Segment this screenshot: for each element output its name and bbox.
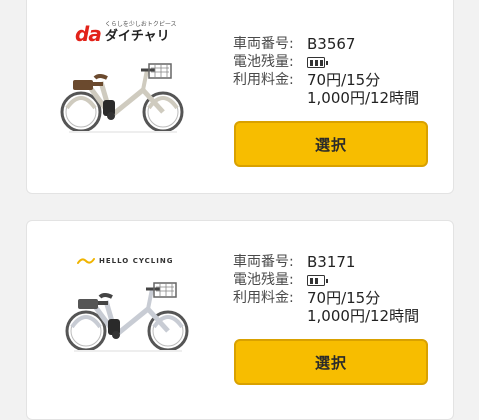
bicycle-icon: [65, 282, 189, 352]
vehicle-number-row: 車両番号: B3567: [233, 35, 419, 53]
battery-row: 電池残量:: [233, 53, 419, 71]
bike-card: da くらしを少しおトクピース ダイチャリ 車両番号: B3567 電池残量:: [26, 0, 454, 194]
battery-label: 電池残量:: [233, 54, 294, 70]
usage-fee-label: 利用料金:: [233, 290, 294, 306]
bike-info: 車両番号: B3567 電池残量: 利用料金: 70円/15分 1,000円/1…: [233, 35, 419, 107]
daichari-logo-name: ダイチャリ: [104, 29, 170, 44]
usage-fee-label: 利用料金:: [233, 72, 294, 88]
vehicle-number-label: 車両番号:: [233, 36, 294, 52]
battery-row: 電池残量:: [233, 271, 419, 289]
battery-medium-icon: [307, 275, 328, 286]
usage-fee-line2: 1,000円/12時間: [307, 89, 420, 107]
usage-fee-row: 利用料金: 70円/15分 1,000円/12時間: [233, 71, 419, 107]
daichari-logo-mark: da: [75, 22, 102, 46]
battery-label: 電池残量:: [233, 272, 294, 288]
daichari-logo-tagline: くらしを少しおトクピース: [104, 21, 177, 28]
bicycle-icon: [60, 63, 184, 133]
select-button[interactable]: 選択: [234, 339, 428, 385]
vehicle-number-value: B3567: [307, 35, 356, 53]
select-button[interactable]: 選択: [234, 121, 428, 167]
hello-cycling-logo: HELLO CYCLING: [77, 257, 173, 265]
bike-card: HELLO CYCLING 車両番号: B3171 電池残量: 利用料金: 70…: [26, 220, 454, 420]
vehicle-number-label: 車両番号:: [233, 254, 294, 270]
hello-cycling-logo-text: HELLO CYCLING: [99, 257, 174, 265]
hello-cycling-wave-icon: [77, 258, 95, 264]
usage-fee-line1: 70円/15分: [307, 289, 381, 307]
bike-info: 車両番号: B3171 電池残量: 利用料金: 70円/15分 1,000円/1…: [233, 253, 419, 325]
usage-fee-line2: 1,000円/12時間: [307, 307, 420, 325]
vehicle-number-row: 車両番号: B3171: [233, 253, 419, 271]
battery-full-icon: [307, 57, 328, 68]
usage-fee-line1: 70円/15分: [307, 71, 381, 89]
vehicle-number-value: B3171: [307, 253, 356, 271]
usage-fee-row: 利用料金: 70円/15分 1,000円/12時間: [233, 289, 419, 325]
daichari-logo: da くらしを少しおトクピース ダイチャリ: [75, 21, 177, 44]
